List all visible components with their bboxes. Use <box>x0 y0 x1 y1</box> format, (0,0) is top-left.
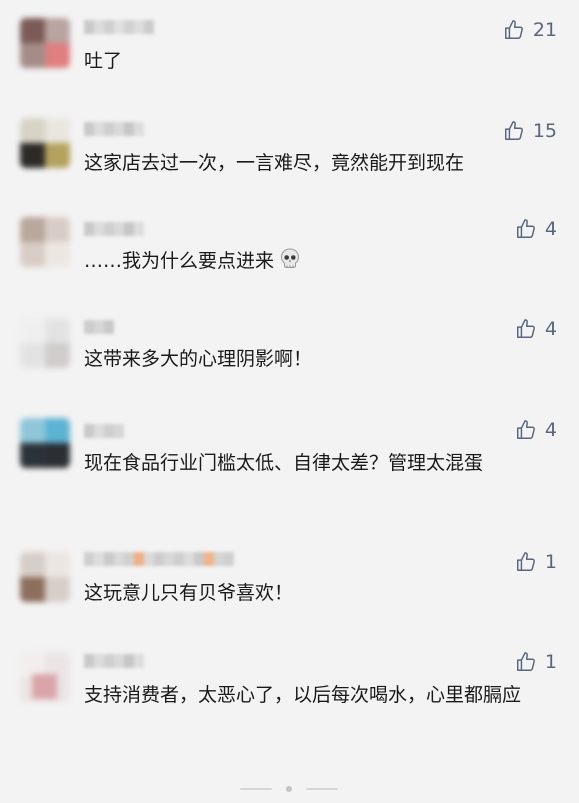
like-count: 4 <box>544 419 557 441</box>
like-button[interactable]: 21 <box>503 19 557 41</box>
page-indicator <box>0 786 579 792</box>
like-count: 4 <box>544 218 557 240</box>
like-count: 4 <box>544 318 557 340</box>
thumbs-up-icon <box>504 20 523 39</box>
like-button[interactable]: 1 <box>515 551 557 573</box>
comment-item: 4 ……我为什么要点进来 <box>0 200 579 300</box>
comment-text[interactable]: 现在食品行业门槛太低、自律太差？管理太混蛋 <box>84 448 564 479</box>
username-blurred[interactable] <box>84 424 124 438</box>
username-blurred[interactable] <box>84 20 154 34</box>
comment-item: 1 支持消费者，太恶心了，以后每次喝水，心里都膈应 <box>0 640 579 780</box>
comment-text[interactable]: 这玩意儿只有贝爷喜欢！ <box>84 578 564 609</box>
username-blurred[interactable] <box>84 654 144 668</box>
thumbs-up-icon <box>516 219 535 238</box>
comment-list: 21 吐了 15 这家店去过一次，一言难尽，竟然能开到现在 4 ……我为什么要点… <box>0 0 579 803</box>
skull-icon <box>281 248 300 268</box>
username-blurred[interactable] <box>84 320 114 334</box>
avatar[interactable] <box>20 18 70 68</box>
like-button[interactable]: 4 <box>515 318 557 340</box>
like-count: 15 <box>532 120 557 142</box>
comment-text[interactable]: 这带来多大的心理阴影啊！ <box>84 344 564 375</box>
thumbs-up-icon <box>504 121 523 140</box>
username-blurred[interactable] <box>84 222 144 236</box>
avatar[interactable] <box>20 418 70 468</box>
like-count: 1 <box>544 551 557 573</box>
comment-text[interactable]: 支持消费者，太恶心了，以后每次喝水，心里都膈应 <box>84 680 564 711</box>
indicator-line <box>240 788 272 790</box>
comment-text[interactable]: ……我为什么要点进来 <box>84 246 564 277</box>
like-button[interactable]: 1 <box>515 651 557 673</box>
avatar[interactable] <box>20 318 70 368</box>
like-button[interactable]: 4 <box>515 419 557 441</box>
username-blurred[interactable] <box>84 122 144 136</box>
avatar[interactable] <box>20 552 70 602</box>
comment-item: 21 吐了 <box>0 0 579 100</box>
comment-text[interactable]: 这家店去过一次，一言难尽，竟然能开到现在 <box>84 148 564 179</box>
comment-item: 1 这玩意儿只有贝爷喜欢！ <box>0 540 579 640</box>
comment-item: 4 这带来多大的心理阴影啊！ <box>0 300 579 400</box>
indicator-line <box>306 788 338 790</box>
comment-text[interactable]: 吐了 <box>84 46 564 77</box>
like-button[interactable]: 4 <box>515 218 557 240</box>
like-count: 1 <box>544 651 557 673</box>
avatar[interactable] <box>20 118 70 168</box>
comment-item: 15 这家店去过一次，一言难尽，竟然能开到现在 <box>0 100 579 200</box>
thumbs-up-icon <box>516 319 535 338</box>
like-button[interactable]: 15 <box>503 120 557 142</box>
like-count: 21 <box>532 19 557 41</box>
avatar[interactable] <box>20 652 70 702</box>
comment-text-body: ……我为什么要点进来 <box>84 250 275 272</box>
username-blurred[interactable] <box>84 552 234 566</box>
avatar[interactable] <box>20 217 70 267</box>
thumbs-up-icon <box>516 420 535 439</box>
indicator-dot <box>286 786 292 792</box>
thumbs-up-icon <box>516 552 535 571</box>
thumbs-up-icon <box>516 652 535 671</box>
comment-item: 4 现在食品行业门槛太低、自律太差？管理太混蛋 <box>0 400 579 540</box>
